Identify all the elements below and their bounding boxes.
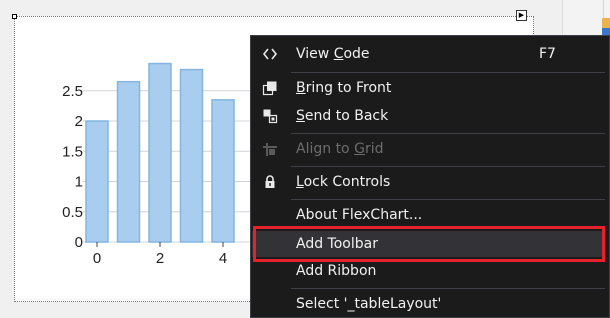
y-tick-label: 0: [75, 234, 83, 251]
menu-item-label: Add Ribbon: [296, 263, 377, 279]
menu-item-select-table-layout[interactable]: Select '_tableLayout': [252, 291, 606, 317]
context-menu: View Code F7 Bring to Front Send to Back…: [250, 35, 610, 318]
bring-to-front-icon: [261, 79, 279, 97]
chart-bar: [148, 62, 172, 243]
menu-separator: [291, 166, 605, 167]
menu-item-label: Send to Back: [296, 108, 389, 124]
chart-bar: [85, 120, 109, 243]
y-tick-label: 1.5: [62, 143, 83, 160]
menu-item-send-to-back[interactable]: Send to Back: [252, 103, 606, 129]
smart-tag-arrow-icon[interactable]: ▶: [516, 10, 527, 21]
menu-separator: [291, 133, 605, 134]
menu-item-view-code[interactable]: View Code F7: [252, 41, 606, 67]
chart-bar: [179, 68, 204, 243]
y-tick-label: 2.5: [62, 83, 83, 100]
menu-item-about-flexchart[interactable]: About FlexChart...: [252, 202, 606, 228]
menu-item-label: Lock Controls: [296, 174, 391, 190]
menu-item-add-ribbon[interactable]: Add Ribbon: [252, 258, 606, 284]
menu-item-label: About FlexChart...: [296, 207, 423, 223]
menu-separator: [291, 199, 605, 200]
menu-separator: [291, 72, 605, 73]
align-to-grid-icon: [261, 140, 279, 158]
shortcut-label: F7: [539, 46, 556, 62]
menu-separator: [291, 288, 605, 289]
menu-item-align-to-grid[interactable]: Align to Grid: [252, 136, 606, 162]
chart-bar: [116, 80, 141, 243]
y-tick-label: 2: [75, 113, 83, 130]
designer-surface: 0 0.5 1 1.5 2 2.5 0 2 4 ▶ View Code F7 Bring to …: [0, 0, 610, 318]
menu-item-lock-controls[interactable]: Lock Controls: [252, 169, 606, 195]
x-tick-label: 4: [219, 250, 227, 267]
lock-icon: [261, 173, 279, 191]
code-icon: [261, 45, 279, 63]
x-tick-label: 2: [156, 250, 164, 267]
send-to-back-icon: [261, 107, 279, 125]
x-tick-label: 0: [93, 250, 101, 267]
chart-bar: [211, 99, 235, 243]
menu-item-label: View Code: [296, 46, 370, 62]
y-tick-label: 0.5: [62, 204, 83, 221]
menu-item-label: Select '_tableLayout': [296, 296, 442, 312]
annotation-highlight-box: [253, 226, 605, 262]
resize-handle-top-left[interactable]: [12, 14, 17, 19]
menu-item-bring-to-front[interactable]: Bring to Front: [252, 75, 606, 101]
y-tick-label: 1: [75, 174, 83, 191]
menu-item-label: Bring to Front: [296, 80, 392, 96]
menu-item-label: Align to Grid: [296, 141, 384, 157]
